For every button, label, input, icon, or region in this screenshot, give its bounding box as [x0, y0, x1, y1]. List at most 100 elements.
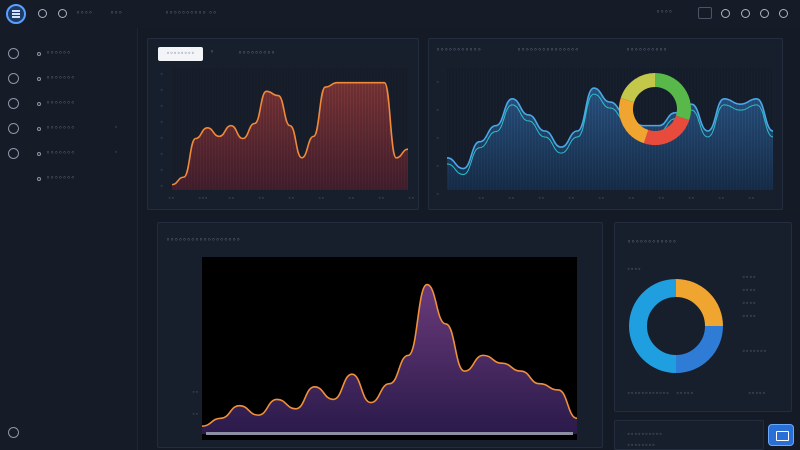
panel-title: ◦◦◦◦◦◦◦◦◦◦◦◦: [627, 238, 677, 246]
panel-title: ◦◦◦◦◦◦◦◦◦◦◦: [436, 46, 482, 54]
x-tick-label: ◦◦: [688, 196, 695, 202]
y-tick-label: ◦: [160, 104, 164, 110]
reports-icon: [8, 98, 19, 109]
bullet-icon: [37, 177, 41, 181]
left-area-chart: [172, 68, 408, 190]
panel-title: ◦◦◦◦◦◦◦◦◦◦: [626, 46, 668, 54]
chat-button[interactable]: [768, 424, 794, 446]
x-tick-label: ◦◦: [288, 196, 295, 202]
x-tick-label: ◦◦: [258, 196, 265, 202]
x-tick-label: ◦◦: [748, 196, 755, 202]
x-tick-label: ◦◦: [538, 196, 545, 202]
breadcrumb: ◦◦◦◦◦◦◦◦◦◦ ◦◦: [165, 9, 217, 17]
y-tick-label: ◦: [160, 72, 164, 78]
sidebar-item-label: ◦◦◦◦◦◦: [46, 49, 71, 57]
sidebar-item-3[interactable]: ◦◦◦◦◦◦◦: [8, 96, 128, 112]
large-donut-chart: [629, 279, 723, 373]
y-tick-label: ◦: [160, 136, 164, 142]
top-bar: ◦◦◦◦ ◦◦◦ ◦◦◦◦◦◦◦◦◦◦ ◦◦ ◦◦◦◦: [0, 0, 800, 28]
y-tick-label: ◦: [436, 108, 440, 114]
y-tick-label: ◦: [436, 192, 440, 198]
bullet-icon: [37, 52, 41, 56]
bell-icon[interactable]: [741, 9, 750, 18]
y-tick-label: ◦◦: [192, 412, 199, 418]
donut-slice: [675, 325, 723, 373]
avatar-icon[interactable]: [779, 9, 788, 18]
x-tick-label: ◦◦: [318, 196, 325, 202]
area-fill: [172, 82, 408, 190]
x-tick-label: ◦◦: [568, 196, 575, 202]
y-tick-label: ◦: [160, 152, 164, 158]
x-tick-label: ◦◦: [718, 196, 725, 202]
y-tick-label: ◦: [160, 120, 164, 126]
home-icon[interactable]: [38, 9, 47, 18]
settings-icon: [8, 148, 19, 159]
x-tick-label: ◦◦: [598, 196, 605, 202]
donut-slice: [675, 279, 723, 327]
sidebar-item-label: ◦◦◦◦◦◦◦: [46, 174, 75, 182]
donut-footer: ◦◦◦◦◦: [748, 390, 766, 397]
x-tick-label: ◦◦: [478, 196, 485, 202]
sidebar-item-label: ◦◦◦◦◦◦◦: [46, 74, 75, 82]
menu-icon[interactable]: [6, 4, 26, 24]
bottom-area-chart: [202, 257, 577, 440]
donut-slice: [643, 115, 690, 145]
sidebar-item-label: ◦◦◦◦◦◦◦: [46, 124, 75, 132]
y-tick-label: ◦: [436, 136, 440, 142]
donut-slice: [620, 73, 656, 103]
y-tick-label: ◦: [436, 164, 440, 170]
sidebar-item-1[interactable]: ◦◦◦◦◦◦: [8, 46, 128, 62]
donut-slice: [654, 73, 691, 121]
settings-icon[interactable]: [721, 9, 730, 18]
bullet-icon: [37, 102, 41, 106]
sidebar-item-4[interactable]: ◦◦◦◦◦◦◦ ◦: [8, 121, 128, 137]
logout-icon[interactable]: [8, 427, 19, 438]
topbar-link[interactable]: ◦◦◦◦: [76, 9, 93, 17]
sidebar-item-5[interactable]: ◦◦◦◦◦◦◦ ◦: [8, 146, 128, 162]
sidebar-item-badge: ◦: [114, 124, 118, 131]
user-label[interactable]: ◦◦◦◦: [656, 8, 673, 16]
x-tick-label: ◦◦◦: [198, 196, 208, 202]
help-icon[interactable]: [760, 9, 769, 18]
donut-slice: [629, 279, 677, 373]
y-tick-label: ◦: [160, 88, 164, 94]
x-tick-label: ◦◦: [408, 196, 415, 202]
donut-footer: ◦◦◦◦◦◦◦◦◦◦◦◦: [627, 390, 670, 397]
bullet-icon: [37, 152, 41, 156]
tab-active[interactable]: ◦◦◦◦◦◦◦◦: [158, 47, 203, 61]
x-tick-label: ◦◦: [658, 196, 665, 202]
donut-legend-item: ◦◦◦◦: [742, 313, 757, 320]
donut-legend-item: ◦◦◦◦: [742, 274, 757, 281]
x-tick-label: ◦◦: [508, 196, 515, 202]
panel-subtitle: ◦◦◦◦: [627, 266, 642, 273]
topbar-link[interactable]: ◦◦◦: [110, 9, 122, 17]
y-tick-label: ◦: [436, 80, 440, 86]
y-tick-label: ◦◦: [192, 390, 199, 396]
panel-title: ◦◦◦◦◦◦◦◦◦: [238, 49, 276, 57]
users-icon: [8, 123, 19, 134]
right-area-chart: [447, 68, 773, 190]
analytics-icon: [8, 73, 19, 84]
x-tick-label: ◦◦: [628, 196, 635, 202]
notification-icon[interactable]: [698, 7, 712, 19]
x-tick-label: ◦◦: [378, 196, 385, 202]
small-donut-chart: [619, 73, 691, 145]
x-tick-label: ◦◦: [168, 196, 175, 202]
tab-secondary-icon[interactable]: ◦: [210, 48, 214, 56]
small-panel-line: ◦◦◦◦◦◦◦◦: [627, 442, 656, 449]
sidebar-item-2[interactable]: ◦◦◦◦◦◦◦: [8, 71, 128, 87]
y-tick-label: ◦: [160, 184, 164, 190]
donut-slice: [619, 97, 649, 144]
bullet-icon: [37, 127, 41, 131]
refresh-icon[interactable]: [58, 9, 67, 18]
x-tick-label: ◦◦: [228, 196, 235, 202]
area-fill: [447, 88, 773, 190]
x-axis-bar: [206, 432, 573, 435]
small-panel-line: ◦◦◦◦◦◦◦◦◦◦: [627, 431, 663, 438]
sidebar-item-label: ◦◦◦◦◦◦◦: [46, 99, 75, 107]
sidebar: ◦◦◦◦◦◦ ◦◦◦◦◦◦◦ ◦◦◦◦◦◦◦ ◦◦◦◦◦◦◦ ◦ ◦◦◦◦◦◦◦…: [0, 28, 138, 450]
sidebar-item-6[interactable]: ◦◦◦◦◦◦◦: [8, 171, 128, 187]
bullet-icon: [37, 77, 41, 81]
donut-legend-item: ◦◦◦◦: [742, 287, 757, 294]
donut-legend-item: ◦◦◦◦◦◦◦: [742, 348, 767, 355]
